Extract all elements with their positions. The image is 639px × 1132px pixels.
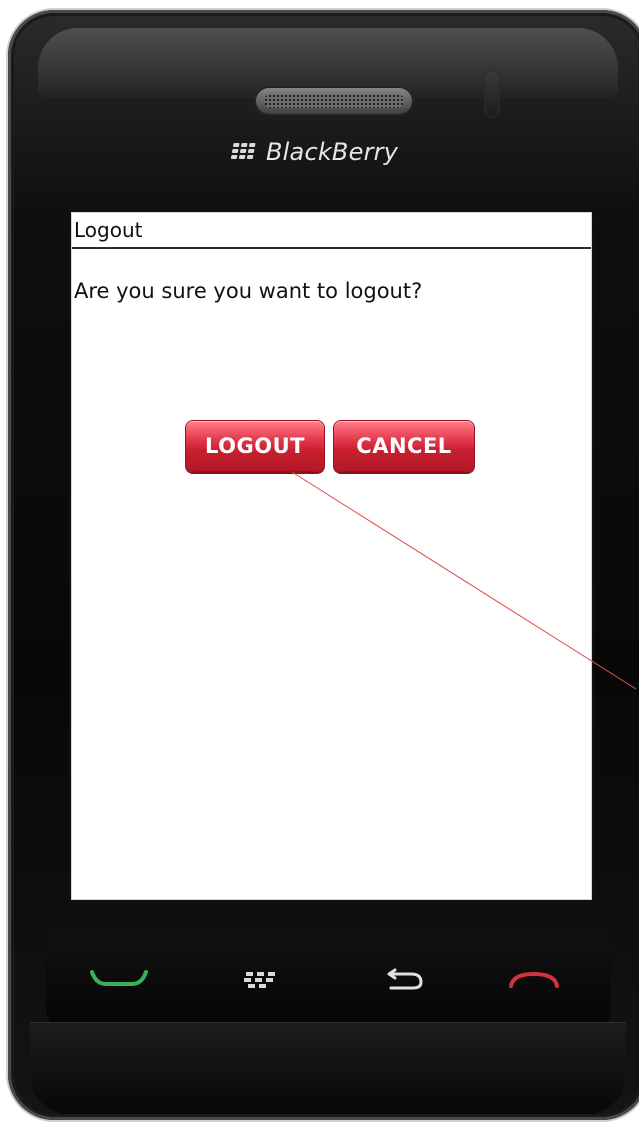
brand-name: BlackBerry — [266, 138, 399, 166]
menu-key[interactable] — [226, 968, 292, 992]
call-key[interactable] — [86, 968, 152, 992]
title-bar: Logout — [72, 213, 591, 249]
back-key[interactable] — [371, 968, 437, 992]
logout-button[interactable]: LOGOUT — [185, 420, 325, 472]
blackberry-logo-icon — [230, 143, 259, 161]
bottom-navigation-bar — [46, 928, 611, 1028]
notification-led — [484, 70, 500, 118]
brand: BlackBerry — [230, 134, 399, 170]
speaker-grill — [264, 94, 404, 108]
bottom-glass — [30, 1022, 626, 1114]
page-title: Logout — [74, 218, 143, 242]
dialog-buttons: LOGOUT CANCEL — [185, 420, 475, 472]
back-icon — [387, 968, 423, 990]
end-call-key[interactable] — [501, 968, 567, 992]
cancel-button[interactable]: CANCEL — [333, 420, 475, 472]
end-call-icon — [509, 971, 559, 988]
device-screen: Logout Are you sure you want to logout? … — [71, 212, 592, 900]
blackberry-menu-icon — [244, 972, 275, 988]
logout-confirmation-message: Are you sure you want to logout? — [74, 279, 423, 303]
call-icon — [90, 970, 148, 986]
speaker — [254, 86, 414, 116]
blackberry-device: BlackBerry Logout Are you sure you want … — [8, 10, 639, 1120]
